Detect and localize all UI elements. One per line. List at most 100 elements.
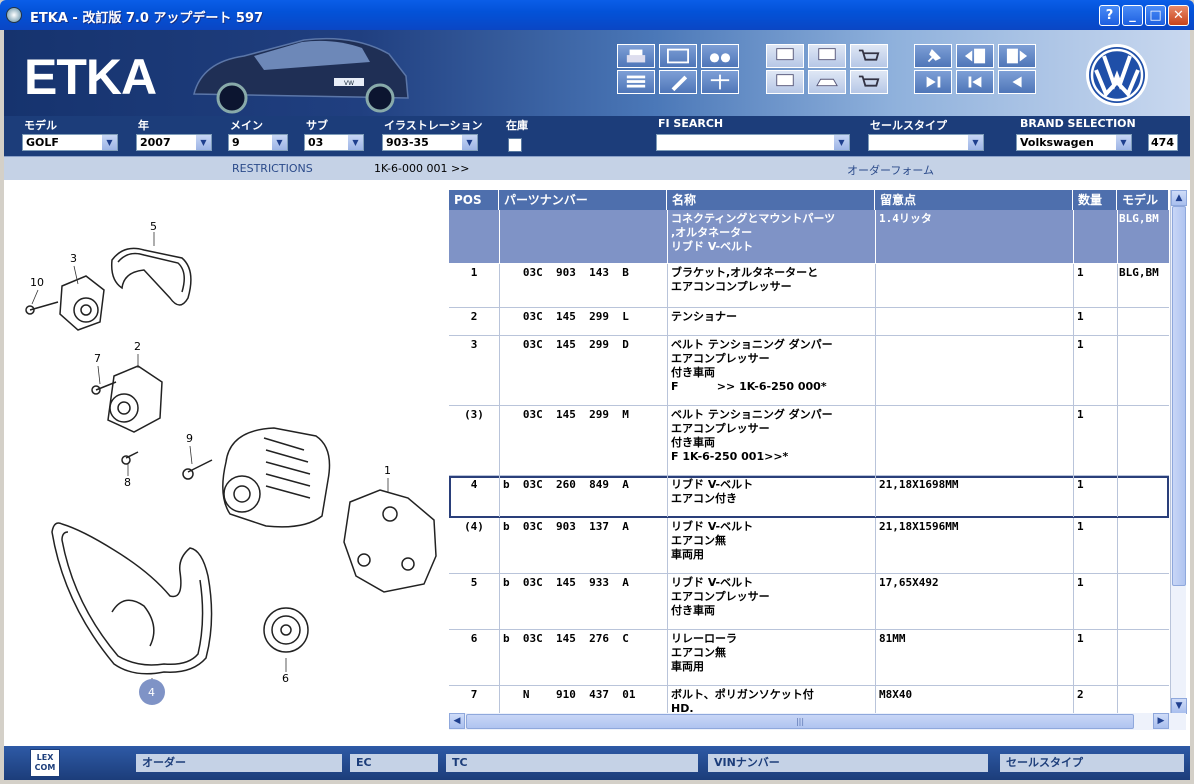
cell-name: リレーローラ エアコン無 車両用: [671, 632, 737, 673]
chevron-down-icon[interactable]: ▼: [462, 135, 477, 150]
col-note-header[interactable]: 留意点: [875, 190, 1073, 210]
window-title: ETKA - 改訂版 7.0 アップデート 597: [30, 11, 264, 26]
car-icon[interactable]: [808, 70, 846, 94]
table-row[interactable]: 3 03C 145 299 D ベルト テンショニング ダンパー エアコンプレッサ…: [449, 336, 1169, 406]
col-pos-header[interactable]: POS: [449, 190, 499, 210]
window-icon[interactable]: [659, 44, 697, 68]
table-row[interactable]: 5 b 03C 145 933 A リブド V-ベルト エアコンプレッサー 付き車両…: [449, 574, 1169, 630]
table-row[interactable]: 6 b 03C 145 276 C リレーローラ エアコン無 車両用 81MM 1: [449, 630, 1169, 686]
column-divider: [1117, 336, 1118, 405]
table-row[interactable]: (4) b 03C 903 137 A リブド V-ベルト エアコン無 車両用 21,…: [449, 518, 1169, 574]
col-name-header[interactable]: 名称: [667, 190, 875, 210]
sub-group-select[interactable]: 03 ▼: [304, 134, 364, 151]
order-button[interactable]: オーダー: [136, 754, 342, 772]
table-row[interactable]: 4 b 03C 260 849 A リブド V-ベルト エアコン付き 21,18X16…: [449, 476, 1169, 518]
sales-type-select[interactable]: ▼: [868, 134, 984, 151]
callout-9[interactable]: 9: [186, 432, 193, 445]
depot-icon[interactable]: [808, 44, 846, 68]
order-form-link[interactable]: オーダーフォーム: [847, 162, 934, 178]
vin-button[interactable]: VINナンバー: [708, 754, 988, 772]
cell-name: コネクティングとマウントパーツ ,オルタネーター リブド V-ベルト: [671, 212, 836, 253]
vertical-scroll-thumb[interactable]: [1172, 206, 1186, 586]
callout-2[interactable]: 2: [134, 340, 141, 353]
list-icon[interactable]: [617, 70, 655, 94]
cell-name: リブド V-ベルト エアコン無 車両用: [671, 520, 754, 561]
callout-4[interactable]: 4: [148, 686, 155, 699]
chevron-down-icon[interactable]: ▼: [272, 135, 287, 150]
cell-name: リブド V-ベルト エアコン付き: [671, 478, 754, 505]
model-select[interactable]: GOLF ▼: [22, 134, 118, 151]
column-divider: [875, 336, 876, 405]
next-page-icon[interactable]: [998, 44, 1036, 68]
scroll-up-icon[interactable]: ▲: [1171, 190, 1187, 206]
vertical-scrollbar[interactable]: ▲ ▼: [1170, 190, 1187, 714]
elsa-icon[interactable]: [766, 44, 804, 68]
sales-type-button[interactable]: セールスタイプ: [1000, 754, 1184, 772]
scroll-right-icon[interactable]: ▶: [1153, 713, 1169, 729]
callout-1[interactable]: 1: [384, 464, 391, 477]
col-qty-header[interactable]: 数量: [1073, 190, 1117, 210]
table-row[interactable]: 2 03C 145 299 L テンショナー 1: [449, 308, 1169, 336]
cell-note: 1.4リッタ: [879, 212, 932, 225]
print-icon[interactable]: [617, 44, 655, 68]
year-select[interactable]: 2007 ▼: [136, 134, 212, 151]
callout-7[interactable]: 7: [94, 352, 101, 365]
callout-10[interactable]: 10: [30, 276, 44, 289]
chevron-down-icon[interactable]: ▼: [348, 135, 363, 150]
cell-pos: 3: [470, 338, 478, 351]
cart-icon[interactable]: [850, 70, 888, 94]
chevron-down-icon[interactable]: ▼: [1116, 135, 1131, 150]
chevron-down-icon[interactable]: ▼: [102, 135, 117, 150]
pin-icon[interactable]: [914, 44, 952, 68]
table-row[interactable]: コネクティングとマウントパーツ ,オルタネーター リブド V-ベルト 1.4リッタ…: [449, 210, 1169, 264]
computer-icon[interactable]: [766, 70, 804, 94]
ec-button[interactable]: EC: [350, 754, 438, 772]
cell-pos: 4: [470, 478, 478, 491]
column-divider: [1073, 406, 1074, 475]
callout-6[interactable]: 6: [282, 672, 289, 685]
first-page-icon[interactable]: [956, 70, 994, 94]
back-icon[interactable]: [998, 70, 1036, 94]
last-page-icon[interactable]: [914, 70, 952, 94]
illustration-select[interactable]: 903-35 ▼: [382, 134, 478, 151]
minimize-button[interactable]: _: [1122, 5, 1143, 26]
main-label: メイン: [230, 119, 263, 132]
column-divider: [1073, 518, 1074, 573]
maximize-button[interactable]: □: [1145, 5, 1166, 26]
cell-name: ベルト テンショニング ダンパー エアコンプレッサー 付き車両 F 1K-6-2…: [671, 408, 833, 463]
chevron-down-icon[interactable]: ▼: [968, 135, 983, 150]
restrictions-link[interactable]: RESTRICTIONS: [232, 162, 313, 175]
callout-3[interactable]: 3: [70, 252, 77, 265]
fi-search-select[interactable]: ▼: [656, 134, 850, 151]
help-button[interactable]: ?: [1099, 5, 1120, 26]
col-part-number-header[interactable]: パーツナンバー: [499, 190, 667, 210]
stock-label: 在庫: [506, 119, 528, 132]
close-button[interactable]: ✕: [1168, 5, 1189, 26]
balance-icon[interactable]: [701, 70, 739, 94]
chevron-down-icon[interactable]: ▼: [196, 135, 211, 150]
scroll-left-icon[interactable]: ◀: [449, 713, 465, 729]
scroll-down-icon[interactable]: ▼: [1171, 698, 1187, 714]
cart-add-icon[interactable]: [850, 44, 888, 68]
brand-select[interactable]: Volkswagen ▼: [1016, 134, 1132, 151]
table-row[interactable]: (3) 03C 145 299 M ベルト テンショニング ダンパー エアコンプレ…: [449, 406, 1169, 476]
cell-part-number: 03C 903 143 B: [503, 266, 629, 279]
callout-8[interactable]: 8: [124, 476, 131, 489]
binoculars-icon[interactable]: [701, 44, 739, 68]
main-group-select[interactable]: 9 ▼: [228, 134, 288, 151]
horizontal-scroll-thumb[interactable]: |||: [466, 714, 1134, 729]
callout-5[interactable]: 5: [150, 220, 157, 233]
horizontal-scrollbar[interactable]: ◀ ||| ▶: [449, 713, 1186, 730]
cell-qty: 1: [1077, 266, 1084, 279]
column-divider: [499, 336, 500, 405]
table-row[interactable]: 1 03C 903 143 B ブラケット,オルタネーターと エアコンコンプレッサ…: [449, 264, 1169, 308]
tc-button[interactable]: TC: [446, 754, 698, 772]
cell-qty: 1: [1077, 338, 1084, 351]
col-model-header[interactable]: モデル: [1117, 190, 1169, 210]
prev-page-icon[interactable]: [956, 44, 994, 68]
stock-checkbox[interactable]: [508, 138, 522, 152]
pencil-icon[interactable]: [659, 70, 697, 94]
cell-pos: 6: [470, 632, 478, 645]
chevron-down-icon[interactable]: ▼: [834, 135, 849, 150]
column-divider: [499, 518, 500, 573]
